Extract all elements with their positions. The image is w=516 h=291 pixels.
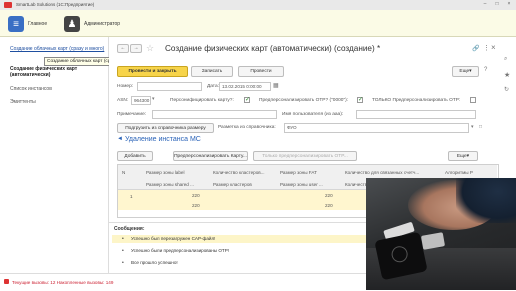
grid-header-clusters-count: Количество кластеров... — [213, 170, 265, 175]
message-text-1: Успешно был перезагружен CAP-файл! — [131, 236, 216, 241]
username-label: Имя пользователя (из aaa): — [282, 112, 344, 117]
grid-header-label-zone: Размер зоны label — [146, 170, 185, 175]
grid-header-n: N — [122, 170, 126, 175]
grid-header-user-zone: Размер зоны user ... — [280, 182, 323, 187]
star-icon[interactable]: ★ — [504, 71, 510, 79]
size-ref-label: Разметка из справочника: — [218, 125, 276, 130]
note-label: Примечание: — [117, 112, 147, 117]
link-icon[interactable]: 🔗 — [472, 45, 479, 52]
prepersonalize-card-button[interactable]: Предперсонализировать Карту... — [173, 151, 248, 161]
username-field[interactable] — [356, 110, 476, 119]
load-size-ref-button[interactable]: Подгрузить из справочника размеру — [117, 123, 214, 133]
number-label: Номер: — [117, 84, 134, 89]
maximize-icon[interactable]: □ — [492, 1, 502, 8]
grid-more-label: Еще — [456, 153, 467, 159]
row-cell-fat-zone[interactable]: 220 — [325, 193, 333, 198]
form-close-icon[interactable]: × — [491, 43, 496, 52]
asn-label: ASN: — [117, 98, 129, 103]
back-button[interactable]: ← — [117, 44, 129, 53]
grid-header-fat-zone: Размер зоны FAT — [280, 170, 317, 175]
note-field[interactable] — [152, 110, 277, 119]
help-icon[interactable]: ? — [484, 67, 487, 73]
admin-icon: ♟ — [64, 16, 80, 32]
sidebar-item-instances[interactable]: Список инстансов — [10, 86, 52, 92]
only-prepersonalize-checkbox[interactable] — [470, 97, 476, 103]
prepersonalize-label: Предперсонализировать OTP? ("0000"): — [259, 98, 349, 103]
row-number: 1 — [130, 194, 133, 199]
nav-home[interactable]: ≡ Главное — [8, 12, 47, 36]
grid-more-button[interactable]: Еще ▾ — [448, 151, 478, 161]
add-button[interactable]: Добавить — [117, 151, 153, 161]
form-title: Создание физических карт (автоматически)… — [165, 44, 381, 53]
message-text-3[interactable]: Все прошло успешно! — [131, 260, 178, 265]
section-collapse-icon[interactable]: ◄ — [117, 136, 123, 142]
prepersonalize-checkbox[interactable]: ✓ — [357, 97, 363, 103]
only-prepersonalize-button[interactable]: Только предперсонализировать OTP... — [253, 151, 357, 161]
dropdown-icon[interactable]: ▾ — [152, 96, 155, 102]
more-button[interactable]: Еще ▾ — [452, 66, 479, 77]
grid-header-shared-zone: Размер зоны shared ... — [146, 182, 194, 187]
close-icon[interactable]: × — [504, 1, 514, 8]
nav-admin[interactable]: ♟ Администратор — [64, 12, 120, 36]
more-label: Еще — [459, 69, 470, 74]
personalize-label: Персонифицировать карту?: — [170, 98, 234, 103]
webcam-overlay — [366, 178, 516, 290]
message-text-2[interactable]: Успешно были предперсонализированы OTP! — [131, 248, 229, 253]
sidebar-item-physical-cards[interactable]: Создание физических карт (автоматически) — [10, 66, 105, 78]
forward-button[interactable]: → — [130, 44, 142, 53]
post-and-close-button[interactable]: Провести и закрыть — [117, 66, 188, 77]
row-cell-label-zone[interactable]: 220 — [192, 193, 200, 198]
size-ref-field[interactable]: ФУО — [284, 123, 469, 133]
minimize-icon[interactable]: – — [480, 1, 490, 8]
message-bullet-3: • — [122, 260, 124, 266]
number-field[interactable] — [137, 82, 202, 91]
window-title: SmartLab Solutions (1С:Предприятие) — [16, 2, 95, 7]
size-ref-open-icon[interactable]: □ — [479, 124, 482, 130]
app-logo-icon — [4, 2, 12, 8]
post-button[interactable]: Провести — [238, 66, 284, 77]
search-icon[interactable]: ⌕ — [504, 56, 507, 63]
only-prepersonalize-label: ТОЛЬКО Предперсонализировать OTP: — [372, 98, 461, 103]
nav-home-label: Главное — [28, 21, 48, 27]
sidebar-item-emitters[interactable]: Эмиттенты — [10, 99, 36, 105]
date-label: Дата: — [207, 84, 219, 89]
home-icon: ≡ — [8, 16, 24, 32]
personalize-checkbox[interactable]: ✓ — [244, 97, 250, 103]
save-button[interactable]: Записать — [191, 66, 233, 77]
grid-header-algorithms: Алгоритмы P — [445, 170, 473, 175]
sidebar-item-cloud-cards[interactable]: Создание облачных карт (сразу и много) — [10, 46, 105, 52]
nav-admin-label: Администратор — [84, 21, 121, 27]
message-bullet-2: • — [122, 248, 124, 254]
status-text: Текущие вызовы: 12 Накопленные вызовы: 1… — [12, 280, 114, 285]
history-icon[interactable]: ↻ — [504, 86, 509, 93]
menu-dots-icon[interactable]: ⋮ — [483, 44, 490, 52]
date-field[interactable]: 13.02.2015 0:00:00 — [219, 82, 271, 91]
asn-field[interactable]: 964300 — [131, 96, 151, 105]
grid-header-cluster-size: Размер кластеров — [213, 182, 252, 187]
calendar-icon[interactable]: ▦ — [273, 82, 279, 89]
status-icon — [4, 279, 9, 284]
row-cell-user-zone[interactable]: 220 — [325, 203, 333, 208]
row-cell-shared-zone[interactable]: 220 — [192, 203, 200, 208]
grid-header-linked-count: Количество для связанных счетч... — [345, 170, 420, 175]
message-bullet-1: • — [122, 236, 124, 242]
section-title[interactable]: Удаление инстанса МС — [125, 136, 201, 143]
messages-title: Сообщения: — [114, 226, 145, 232]
size-ref-dropdown-icon[interactable]: ▾ — [471, 124, 474, 130]
sleeve-image — [456, 178, 516, 223]
reader-symbol-icon — [390, 244, 410, 264]
favorite-star-icon[interactable]: ☆ — [146, 43, 154, 54]
